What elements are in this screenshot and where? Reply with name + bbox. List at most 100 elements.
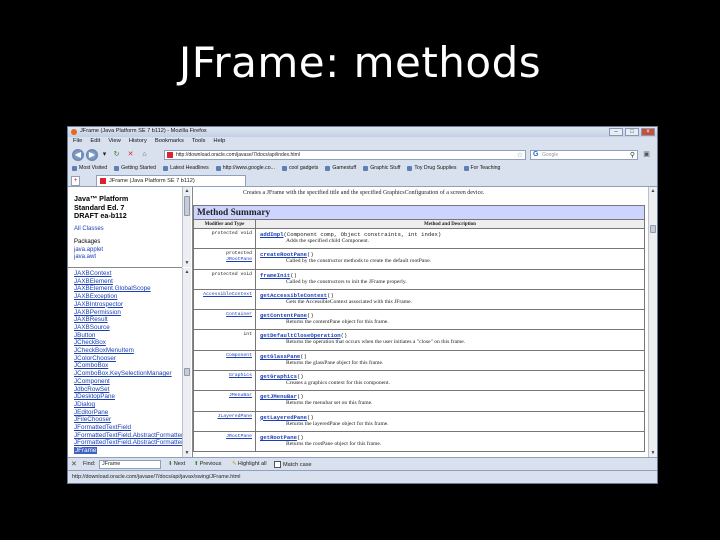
class-link[interactable]: JColorChooser	[74, 355, 116, 362]
return-type-link[interactable]: JMenuBar	[194, 393, 252, 399]
search-box[interactable]: G Google ⚲	[530, 150, 638, 160]
method-params: ()	[296, 433, 304, 441]
menu-help[interactable]: Help	[213, 137, 225, 146]
return-type-link[interactable]: JLayeredPane	[194, 414, 252, 420]
bookmark-item[interactable]: cool gadgets	[281, 163, 318, 173]
class-link[interactable]: JAXBElement	[74, 278, 113, 285]
scroll-up-icon[interactable]: ▲	[183, 268, 191, 276]
search-placeholder: Google	[542, 152, 559, 158]
return-type-link[interactable]: AccessibleContext	[194, 292, 252, 298]
method-row: protected void frameInit() Called by the c…	[193, 268, 645, 290]
method-name-link[interactable]: getLayeredPane	[260, 414, 307, 421]
new-tab-icon[interactable]: +	[71, 176, 80, 186]
detail-scrollbar[interactable]: ▲ ▼	[648, 187, 657, 457]
menu-view[interactable]: View	[108, 137, 120, 146]
scroll-down-icon[interactable]: ▼	[649, 449, 657, 457]
method-name-link[interactable]: getRootPane	[260, 434, 297, 441]
class-link[interactable]: JAXBElement.GlobalScope	[74, 285, 151, 292]
back-icon[interactable]: ◀	[72, 149, 84, 161]
class-link[interactable]: JEditorPane	[74, 409, 108, 416]
stop-icon[interactable]: ✕	[126, 151, 135, 159]
class-link[interactable]: JComboBox.KeySelectionManager	[74, 370, 172, 377]
package-link[interactable]: java.applet	[74, 247, 103, 253]
highlight-all-button[interactable]: ✎Highlight all	[232, 461, 267, 467]
menu-file[interactable]: File	[73, 137, 82, 146]
class-link[interactable]: JAXBResult	[74, 316, 108, 323]
class-link[interactable]: JButton	[74, 332, 95, 339]
reload-icon[interactable]: ↻	[112, 151, 121, 159]
class-link[interactable]: JdbcRowSet	[74, 386, 109, 393]
tab-favicon-icon	[100, 178, 106, 184]
method-description-cell: getAccessibleContext() Gets the Accessibl…	[255, 288, 645, 311]
method-name-link[interactable]: frameInit	[260, 272, 290, 279]
return-type-link[interactable]: JRootPane	[194, 434, 252, 440]
method-modifier: Container	[193, 309, 256, 331]
bookmark-item[interactable]: Latest Headlines	[163, 163, 209, 173]
class-link[interactable]: JComponent	[74, 378, 110, 385]
history-dropdown-icon[interactable]: ▾	[100, 151, 109, 159]
scroll-down-icon[interactable]: ▼	[183, 259, 191, 267]
class-link[interactable]: JAXBContext	[74, 270, 111, 277]
class-link[interactable]: JDesktopPane	[74, 393, 115, 400]
home-icon[interactable]: ⌂	[140, 151, 149, 159]
find-previous-button[interactable]: ⬆Previous	[194, 461, 221, 467]
return-type-link[interactable]: Component	[194, 353, 252, 359]
bookmark-item[interactable]: Most Visited	[72, 163, 107, 173]
class-link[interactable]: JAXBSource	[74, 324, 110, 331]
find-input[interactable]: JFrame	[99, 460, 161, 469]
menu-tools[interactable]: Tools	[192, 137, 206, 146]
return-type-link[interactable]: JRootPane	[194, 257, 252, 263]
package-link[interactable]: java.awt	[74, 254, 96, 260]
bookmark-item[interactable]: Gamestuff	[325, 163, 356, 173]
return-type-link[interactable]: Container	[194, 312, 252, 318]
menu-history[interactable]: History	[129, 137, 147, 146]
return-type-link[interactable]: Graphics	[194, 373, 252, 379]
url-bar[interactable]: http://download.oracle.com/javase/7/docs…	[164, 150, 526, 160]
class-link[interactable]: JAXBIntrospector	[74, 301, 123, 308]
find-next-button[interactable]: ⬇Next	[168, 461, 185, 467]
class-link[interactable]: JFormattedTextField	[74, 424, 131, 431]
class-link[interactable]: JFileChooser	[74, 416, 111, 423]
menu-bookmarks[interactable]: Bookmarks	[155, 137, 184, 146]
menu-bar: File Edit View History Bookmarks Tools H…	[68, 137, 657, 146]
search-icon[interactable]: ⚲	[630, 151, 635, 159]
class-link[interactable]: JFormattedTextField.AbstractFormatter	[74, 432, 182, 439]
bookmark-item[interactable]: Graphic Stuff	[363, 163, 400, 173]
scroll-thumb[interactable]	[184, 196, 190, 216]
bookmark-star-icon[interactable]: ☆	[517, 151, 523, 159]
minimize-button[interactable]: –	[609, 128, 623, 136]
class-list-scrollbar[interactable]: ▲ ▼	[182, 268, 191, 457]
class-link[interactable]: JAXBPermission	[74, 309, 121, 316]
maximize-button[interactable]: □	[625, 128, 639, 136]
tab-jframe[interactable]: JFrame (Java Platform SE 7 b112)	[96, 175, 246, 186]
all-classes-link[interactable]: All Classes	[74, 226, 104, 232]
method-modifier: AccessibleContext	[193, 288, 256, 311]
close-button[interactable]: ×	[641, 128, 655, 136]
package-frame-scrollbar[interactable]: ▲ ▼	[182, 187, 191, 267]
scroll-up-icon[interactable]: ▲	[183, 187, 191, 195]
scroll-thumb[interactable]	[650, 225, 656, 233]
method-name-link[interactable]: getGlassPane	[260, 353, 300, 360]
scroll-thumb[interactable]	[184, 368, 190, 376]
find-label: Find:	[83, 461, 96, 467]
method-name-link[interactable]: addImpl	[260, 231, 284, 238]
class-link[interactable]: JCheckBox	[74, 339, 106, 346]
class-link[interactable]: JComboBox	[74, 362, 108, 369]
scroll-down-icon[interactable]: ▼	[183, 449, 191, 457]
forward-icon[interactable]: ▶	[86, 149, 98, 161]
class-link[interactable]: JDialog	[74, 401, 95, 408]
menu-edit[interactable]: Edit	[90, 137, 100, 146]
bookmark-item[interactable]: Toy Drug Supplies	[407, 163, 457, 173]
match-case-checkbox[interactable]: Match case	[274, 461, 312, 468]
class-link[interactable]: JCheckBoxMenuItem	[74, 347, 134, 354]
addon-icon[interactable]: ▣	[642, 151, 651, 159]
bookmark-item[interactable]: Getting Started	[114, 163, 156, 173]
scroll-up-icon[interactable]: ▲	[649, 187, 657, 195]
bookmark-item[interactable]: http://www.google.co...	[215, 163, 275, 173]
class-link[interactable]: JFormattedTextField.AbstractFormatterFac…	[74, 439, 182, 446]
class-link[interactable]: JAXBException	[74, 293, 117, 300]
class-link[interactable]: JFrame	[74, 447, 98, 455]
close-find-icon[interactable]: ✕	[71, 460, 77, 468]
method-name-link[interactable]: getAccessibleContext	[260, 292, 327, 299]
bookmark-item[interactable]: For Teaching	[463, 163, 500, 173]
